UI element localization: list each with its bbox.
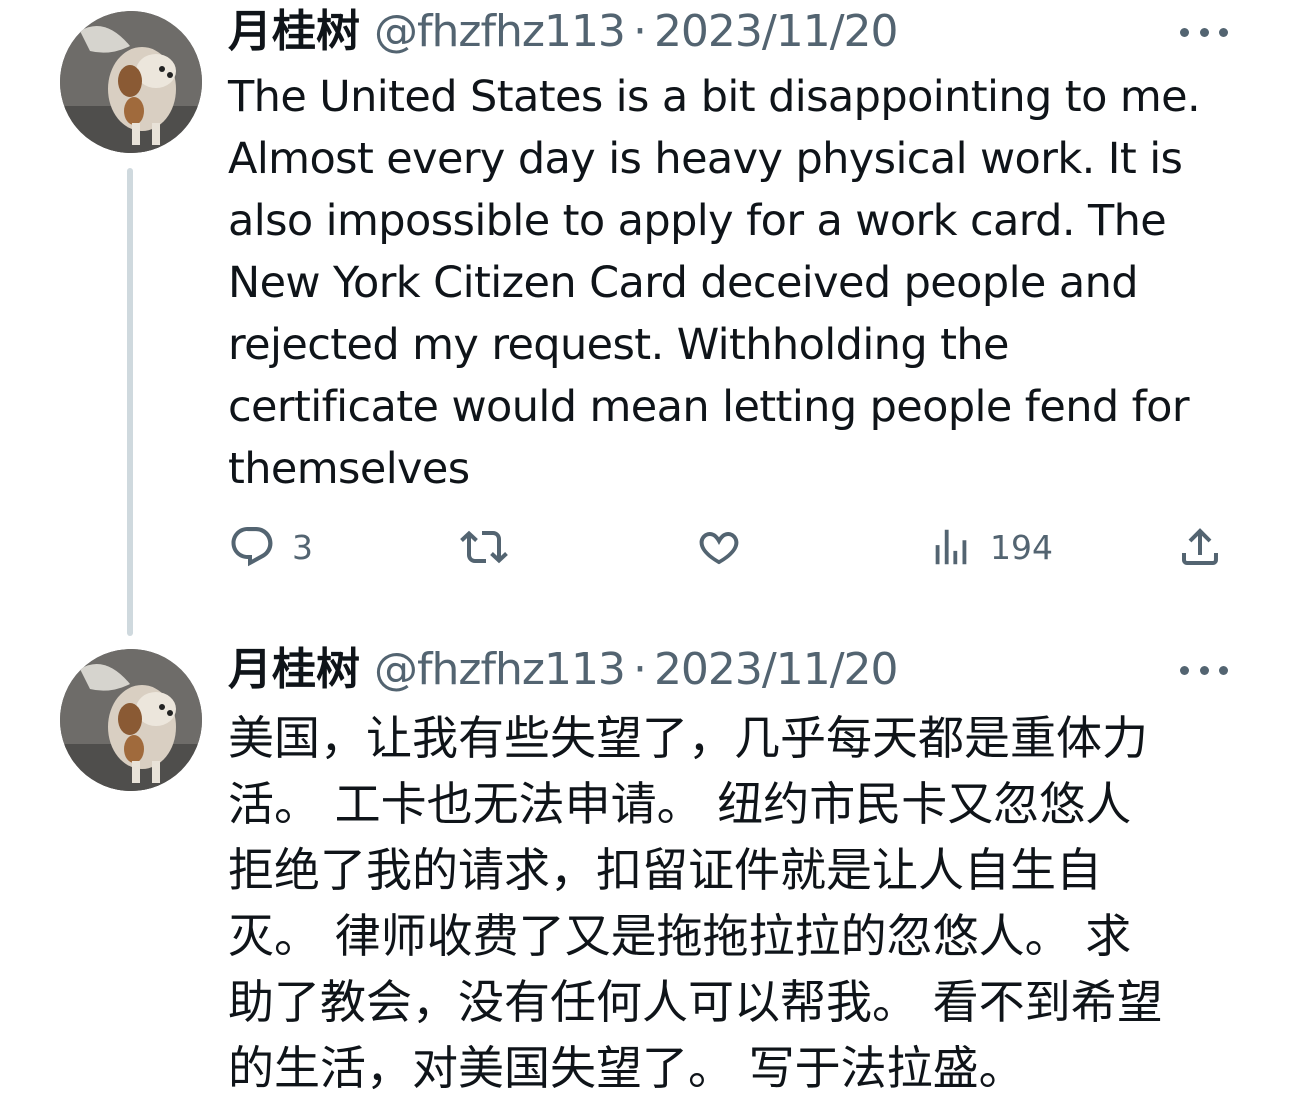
share-button[interactable] bbox=[1176, 518, 1224, 576]
user-handle[interactable]: @fhzfhz113 bbox=[374, 642, 626, 698]
more-dot bbox=[1180, 665, 1189, 675]
tweet-date[interactable]: 2023/11/20 bbox=[654, 4, 899, 60]
tweet-header: 月桂树 @fhzfhz113 · 2023/11/20 bbox=[228, 642, 899, 698]
tweet-header: 月桂树 @fhzfhz113 · 2023/11/20 bbox=[228, 4, 899, 60]
avatar[interactable] bbox=[60, 11, 202, 153]
retweet-icon bbox=[456, 523, 512, 571]
display-name[interactable]: 月桂树 bbox=[228, 642, 360, 698]
tweet-text: 美国，让我有些失望了，几乎每天都是重体力 活。 工卡也无法申请。 纽约市民卡又忽… bbox=[228, 711, 1163, 1095]
views-icon bbox=[928, 523, 974, 571]
more-options-icon[interactable] bbox=[1180, 658, 1228, 682]
tweet-actions: 3 194 bbox=[228, 518, 1228, 576]
more-dot bbox=[1199, 27, 1209, 37]
more-dot bbox=[1219, 665, 1228, 675]
share-icon bbox=[1176, 523, 1224, 571]
tweet-1[interactable]: 月桂树 @fhzfhz113 · 2023/11/20 The United S… bbox=[0, 0, 1290, 640]
retweet-button[interactable] bbox=[456, 518, 512, 576]
reply-icon bbox=[228, 523, 276, 571]
tweet-text: The United States is a bit disappointing… bbox=[228, 72, 1201, 494]
views-button[interactable]: 194 bbox=[928, 518, 1053, 576]
reply-count: 3 bbox=[292, 527, 313, 567]
more-options-icon[interactable] bbox=[1180, 20, 1228, 44]
more-dot bbox=[1219, 27, 1228, 37]
heart-icon bbox=[694, 523, 744, 571]
tweet-date[interactable]: 2023/11/20 bbox=[654, 642, 899, 698]
separator-dot: · bbox=[632, 6, 647, 57]
display-name[interactable]: 月桂树 bbox=[228, 4, 360, 60]
user-handle[interactable]: @fhzfhz113 bbox=[374, 4, 626, 60]
thread-connector-line bbox=[127, 168, 133, 636]
avatar[interactable] bbox=[60, 649, 202, 791]
views-count: 194 bbox=[990, 527, 1053, 567]
like-button[interactable] bbox=[694, 518, 744, 576]
more-dot bbox=[1199, 665, 1209, 675]
more-dot bbox=[1180, 27, 1189, 37]
separator-dot: · bbox=[632, 644, 647, 695]
reply-button[interactable]: 3 bbox=[228, 518, 313, 576]
